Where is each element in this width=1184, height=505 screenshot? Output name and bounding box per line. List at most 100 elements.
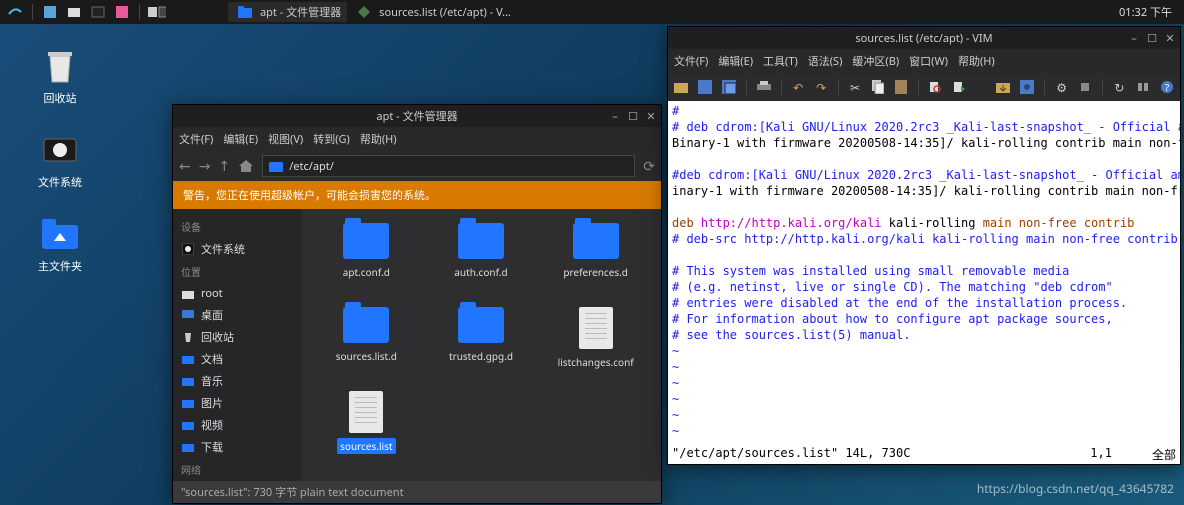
nav-forward-icon[interactable]: → [199, 157, 211, 176]
terminal-launcher-icon[interactable] [89, 3, 107, 21]
sidebar-head-devices: 设备 [173, 215, 301, 238]
undo-icon[interactable]: ↶ [792, 79, 805, 95]
taskbar-app-filemanager[interactable]: apt - 文件管理器 [228, 2, 347, 22]
trash-icon [40, 46, 80, 86]
cut-icon[interactable]: ✂ [849, 79, 862, 95]
textfile-icon [349, 391, 383, 433]
sidebar-head-network: 网络 [173, 458, 301, 481]
menu-file[interactable]: 文件(F) [179, 131, 213, 147]
findnext-icon[interactable] [952, 79, 966, 95]
maximize-button[interactable]: ☐ [627, 110, 639, 122]
kali-menu-icon[interactable] [6, 3, 24, 21]
sidebar-item-trash[interactable]: 回收站 [173, 326, 301, 348]
refresh-icon[interactable]: ⟳ [643, 157, 655, 176]
minimize-button[interactable]: – [1128, 32, 1140, 44]
separator [746, 79, 747, 95]
file-grid[interactable]: apt.conf.d auth.conf.d preferences.d sou… [301, 209, 661, 481]
app-launcher-icon[interactable] [113, 3, 131, 21]
nav-home-icon[interactable] [238, 159, 254, 173]
files-launcher-icon[interactable] [65, 3, 83, 21]
folder-icon [343, 223, 389, 259]
workspace-switcher-icon[interactable] [148, 3, 166, 21]
save-icon[interactable] [698, 79, 712, 95]
menu-syntax[interactable]: 语法(S) [808, 53, 843, 69]
sidebar-item-filesystem[interactable]: 文件系统 [173, 238, 301, 260]
session-save-icon[interactable] [1020, 79, 1034, 95]
separator [32, 4, 33, 20]
folder-item[interactable]: apt.conf.d [309, 223, 424, 303]
vim-editor[interactable]: # # deb cdrom:[Kali GNU/Linux 2020.2rc3 … [668, 101, 1180, 445]
redo-icon[interactable]: ↷ [815, 79, 828, 95]
run-icon[interactable]: ⚙ [1055, 79, 1068, 95]
vim-status-percent: 全部 [1152, 446, 1176, 463]
make-icon[interactable] [1078, 79, 1092, 95]
folder-item[interactable]: preferences.d [538, 223, 653, 303]
trash-icon [181, 330, 195, 344]
desktop-filesystem[interactable]: 文件系统 [28, 130, 92, 190]
clock[interactable]: 01:32 下午 [1119, 4, 1180, 20]
desktop-home[interactable]: 主文件夹 [28, 214, 92, 274]
sidebar-item-desktop[interactable]: 桌面 [173, 304, 301, 326]
sidebar-item-documents[interactable]: 文档 [173, 348, 301, 370]
copy-icon[interactable] [872, 79, 885, 95]
vim-titlebar[interactable]: sources.list (/etc/apt) - VIM – ☐ ✕ [668, 27, 1180, 49]
session-load-icon[interactable] [996, 79, 1010, 95]
saveall-icon[interactable] [722, 79, 736, 95]
vim-statusline: "/etc/apt/sources.list" 14L, 730C 1,1 全部 [668, 445, 1180, 464]
nav-up-icon[interactable]: ↑ [218, 157, 230, 176]
sidebar-item-root[interactable]: root [173, 283, 301, 304]
sidebar-item-pictures[interactable]: 图片 [173, 392, 301, 414]
taskbar: apt - 文件管理器 sources.list (/etc/apt) - V.… [0, 0, 1184, 24]
menu-edit[interactable]: 编辑(E) [718, 53, 753, 69]
desktop-label: 回收站 [28, 90, 92, 106]
sidebar-item-downloads[interactable]: 下载 [173, 436, 301, 458]
folder-icon [458, 223, 504, 259]
sidebar-item-videos[interactable]: 视频 [173, 414, 301, 436]
close-button[interactable]: ✕ [645, 110, 657, 122]
minimize-button[interactable]: – [609, 110, 621, 122]
path-input[interactable]: /etc/apt/ [262, 155, 635, 177]
watermark: https://blog.csdn.net/qq_43645782 [977, 480, 1174, 497]
desktop-trash[interactable]: 回收站 [28, 46, 92, 106]
close-button[interactable]: ✕ [1164, 32, 1176, 44]
taskbar-app-vim[interactable]: sources.list (/etc/apt) - V... [347, 2, 517, 22]
menu-help[interactable]: 帮助(H) [958, 53, 995, 69]
find-icon[interactable] [928, 79, 942, 95]
fm-titlebar[interactable]: apt - 文件管理器 – ☐ ✕ [173, 105, 661, 127]
folder-icon [458, 307, 504, 343]
open-icon[interactable] [674, 79, 688, 95]
folder-icon [181, 287, 195, 301]
tag-icon[interactable] [1136, 79, 1150, 95]
file-item-selected[interactable]: sources.list [309, 391, 424, 471]
folder-icon [573, 223, 619, 259]
separator [918, 79, 919, 95]
folder-icon [269, 160, 283, 172]
menu-help[interactable]: 帮助(H) [360, 131, 397, 147]
help-icon[interactable]: ? [1160, 79, 1174, 95]
separator [139, 4, 140, 20]
shell-icon[interactable]: ↻ [1113, 79, 1126, 95]
fm-menubar: 文件(F) 编辑(E) 视图(V) 转到(G) 帮助(H) [173, 127, 661, 151]
nav-back-icon[interactable]: ← [179, 157, 191, 176]
taskbar-app-label: apt - 文件管理器 [260, 4, 341, 20]
menu-go[interactable]: 转到(G) [313, 131, 350, 147]
show-desktop-icon[interactable] [41, 3, 59, 21]
quick-launch [4, 3, 168, 21]
menu-file[interactable]: 文件(F) [674, 53, 708, 69]
menu-view[interactable]: 视图(V) [268, 131, 303, 147]
paste-icon[interactable] [895, 79, 908, 95]
folder-icon [236, 3, 254, 21]
folder-icon [181, 352, 195, 366]
print-icon[interactable] [757, 79, 771, 95]
maximize-button[interactable]: ☐ [1146, 32, 1158, 44]
folder-item[interactable]: trusted.gpg.d [424, 307, 539, 387]
menu-buffers[interactable]: 缓冲区(B) [852, 53, 899, 69]
file-item[interactable]: listchanges.conf [538, 307, 653, 387]
textfile-icon [579, 307, 613, 349]
menu-tools[interactable]: 工具(T) [763, 53, 798, 69]
folder-item[interactable]: sources.list.d [309, 307, 424, 387]
sidebar-item-music[interactable]: 音乐 [173, 370, 301, 392]
menu-edit[interactable]: 编辑(E) [223, 131, 258, 147]
menu-window[interactable]: 窗口(W) [909, 53, 948, 69]
folder-item[interactable]: auth.conf.d [424, 223, 539, 303]
